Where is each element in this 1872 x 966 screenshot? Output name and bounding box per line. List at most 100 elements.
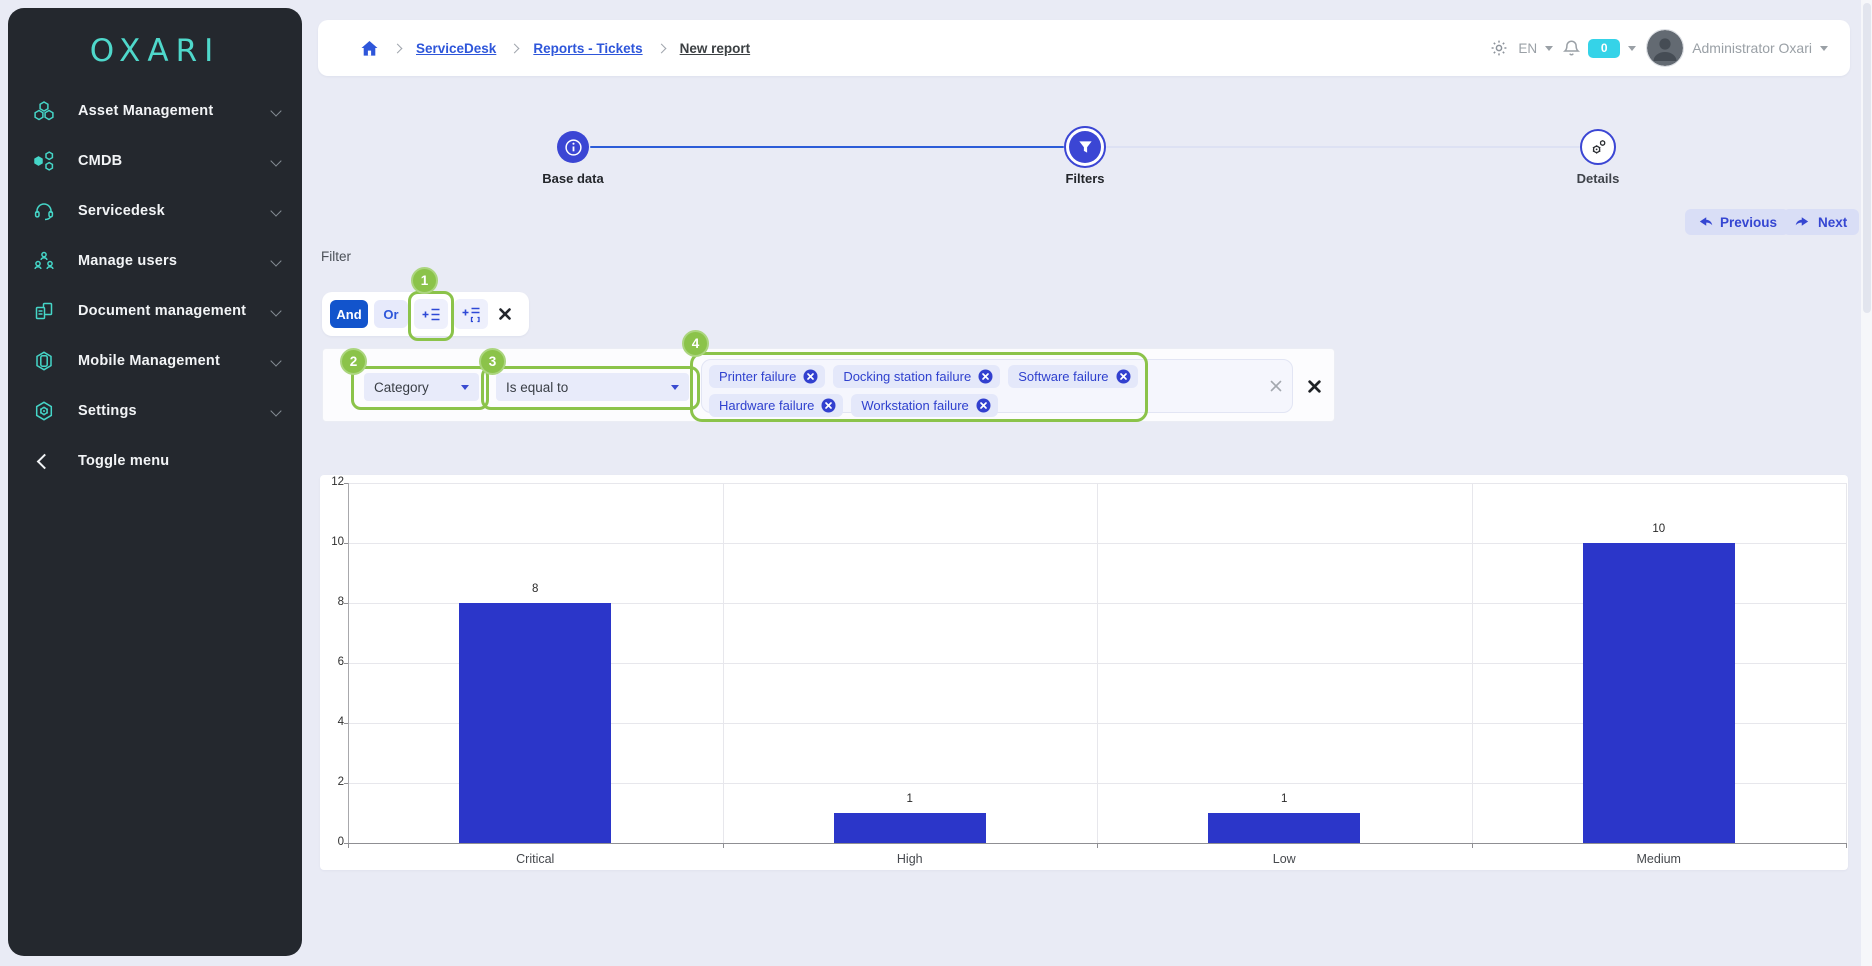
sidebar-item-servicedesk[interactable]: Servicedesk [8,186,302,236]
filter-condition-row: Category Is equal to Printer failure Doc… [322,348,1335,422]
remove-chip-icon[interactable] [1116,369,1131,384]
sidebar-toggle-menu[interactable]: Toggle menu [8,436,302,486]
y-tick-label: 0 [322,836,344,848]
sidebar: OXARI Asset Management CMDB [8,8,302,956]
gridline [1472,483,1473,843]
sidebar-item-manage-users[interactable]: Manage users [8,236,302,286]
y-axis-line [348,483,349,843]
bar [834,813,986,843]
gears-icon [1588,137,1608,157]
user-name: Administrator Oxari [1692,40,1812,56]
chevron-down-icon [1628,46,1636,51]
value-chip: Printer failure [709,365,825,388]
user-menu[interactable]: Administrator Oxari [1646,29,1828,67]
clear-values-icon[interactable] [1269,379,1283,393]
notifications-dropdown[interactable]: 0 [1563,39,1636,58]
field-select[interactable]: Category [364,373,479,401]
chevron-down-icon [671,385,679,390]
sidebar-item-label: Asset Management [78,103,272,119]
sidebar-item-document-management[interactable]: Document management [8,286,302,336]
stepper-step-details[interactable] [1580,129,1616,165]
filter-section-label: Filter [321,249,351,264]
settings-gear-icon[interactable] [1490,39,1508,57]
add-condition-button[interactable] [414,299,448,329]
or-button[interactable]: Or [374,300,408,328]
home-icon[interactable] [360,40,379,57]
chevron-down-icon [270,205,281,216]
annotation-badge-3: 3 [479,348,506,375]
values-multiselect-input[interactable]: Printer failure Docking station failure … [701,359,1293,413]
breadcrumb-bar: ServiceDesk Reports - Tickets New report… [318,20,1850,76]
bar [1208,813,1360,843]
y-tick-label: 8 [322,596,344,608]
breadcrumb-separator-icon [656,43,666,53]
x-category-label: Medium [1579,852,1739,866]
info-icon [564,138,583,157]
bar [459,603,611,843]
language-label: EN [1518,41,1537,56]
y-tick-label: 12 [322,476,344,488]
x-category-label: Low [1204,852,1364,866]
remove-chip-icon[interactable] [978,369,993,384]
chevron-down-icon [1820,46,1828,51]
headset-icon [32,200,56,222]
bar-value-label: 8 [505,583,565,595]
value-chip: Hardware failure [709,394,843,417]
remove-chip-icon[interactable] [976,398,991,413]
stepper-step-filters[interactable] [1064,126,1106,168]
chevron-down-icon [270,355,281,366]
gridline [1097,483,1098,843]
chevron-down-icon [270,255,281,266]
breadcrumb-link-reports-tickets[interactable]: Reports - Tickets [533,41,642,56]
chip-label: Docking station failure [843,369,971,384]
funnel-icon [1077,139,1094,155]
stepper-step-base-data[interactable] [557,131,589,163]
stepper-connector-upcoming [1106,146,1580,148]
sidebar-item-label: Manage users [78,253,272,269]
arrow-left-icon [1697,215,1713,229]
remove-group-button[interactable] [494,303,516,325]
sidebar-item-label: Servicedesk [78,203,272,219]
gear-hexagon-icon [32,400,56,422]
annotation-badge-1: 1 [411,267,438,294]
operator-select-value: Is equal to [506,380,568,395]
sidebar-item-settings[interactable]: Settings [8,386,302,436]
field-select-value: Category [374,380,429,395]
logo: OXARI [8,30,302,72]
sidebar-item-label: Document management [78,303,272,319]
breadcrumb-separator-icon [510,43,520,53]
y-tick-label: 2 [322,776,344,788]
and-button[interactable]: And [330,300,368,328]
chart-plot-area: 0246810128Critical1High1Low10Medium [320,475,1848,870]
stepper-label-base-data: Base data [503,171,643,186]
breadcrumb-separator-icon [393,43,403,53]
x-category-label: High [830,852,990,866]
sidebar-item-label: Mobile Management [78,353,272,369]
operator-select[interactable]: Is equal to [496,373,689,401]
toggle-menu-label: Toggle menu [78,453,286,469]
stepper-label-details: Details [1528,171,1668,186]
sidebar-item-asset-management[interactable]: Asset Management [8,86,302,136]
bar [1583,543,1735,843]
arrow-right-icon [1795,215,1811,229]
scrollbar-thumb[interactable] [1863,3,1871,313]
remove-chip-icon[interactable] [821,398,836,413]
previous-button[interactable]: Previous [1685,209,1789,235]
annotation-badge-4: 4 [682,330,709,357]
previous-label: Previous [1720,215,1777,230]
gridline [1846,483,1847,843]
chip-label: Hardware failure [719,398,814,413]
remove-condition-button[interactable] [1303,375,1325,397]
bar-value-label: 1 [1254,793,1314,805]
sidebar-item-mobile-management[interactable]: Mobile Management [8,336,302,386]
breadcrumb-current-page: New report [680,41,751,56]
language-dropdown[interactable]: EN [1518,41,1553,56]
users-org-icon [32,250,56,272]
y-tick-label: 6 [322,656,344,668]
add-group-button[interactable] [454,299,488,329]
breadcrumb-link-servicedesk[interactable]: ServiceDesk [416,41,496,56]
next-button[interactable]: Next [1783,209,1859,235]
filter-logic-toolbar: And Or [322,292,529,336]
sidebar-item-cmdb[interactable]: CMDB [8,136,302,186]
remove-chip-icon[interactable] [803,369,818,384]
